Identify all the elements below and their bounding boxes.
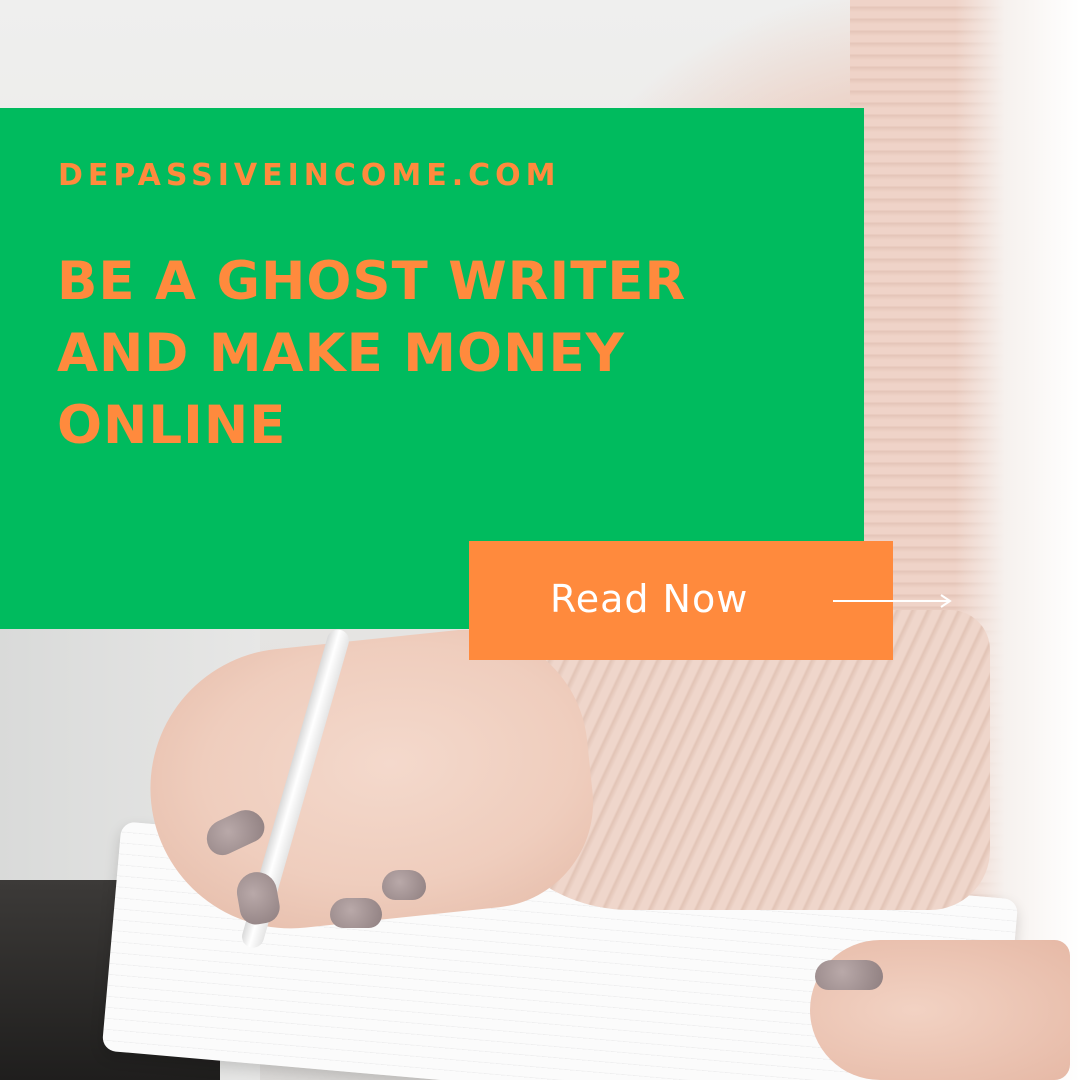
arrow-right-icon — [833, 594, 952, 608]
read-now-button[interactable]: Read Now — [469, 541, 952, 660]
headline: BE A GHOST WRITER AND MAKE MONEY ONLINE — [57, 246, 837, 462]
fingernail — [382, 870, 426, 900]
headline-line: BE A GHOST WRITER — [57, 251, 687, 312]
fingernail — [330, 898, 382, 928]
read-now-label: Read Now — [550, 577, 749, 621]
headline-line: ONLINE — [57, 395, 287, 456]
fingernail — [815, 960, 883, 990]
headline-line: AND MAKE MONEY — [57, 323, 626, 384]
site-name: DEPASSIVEINCOME.COM — [58, 158, 561, 193]
